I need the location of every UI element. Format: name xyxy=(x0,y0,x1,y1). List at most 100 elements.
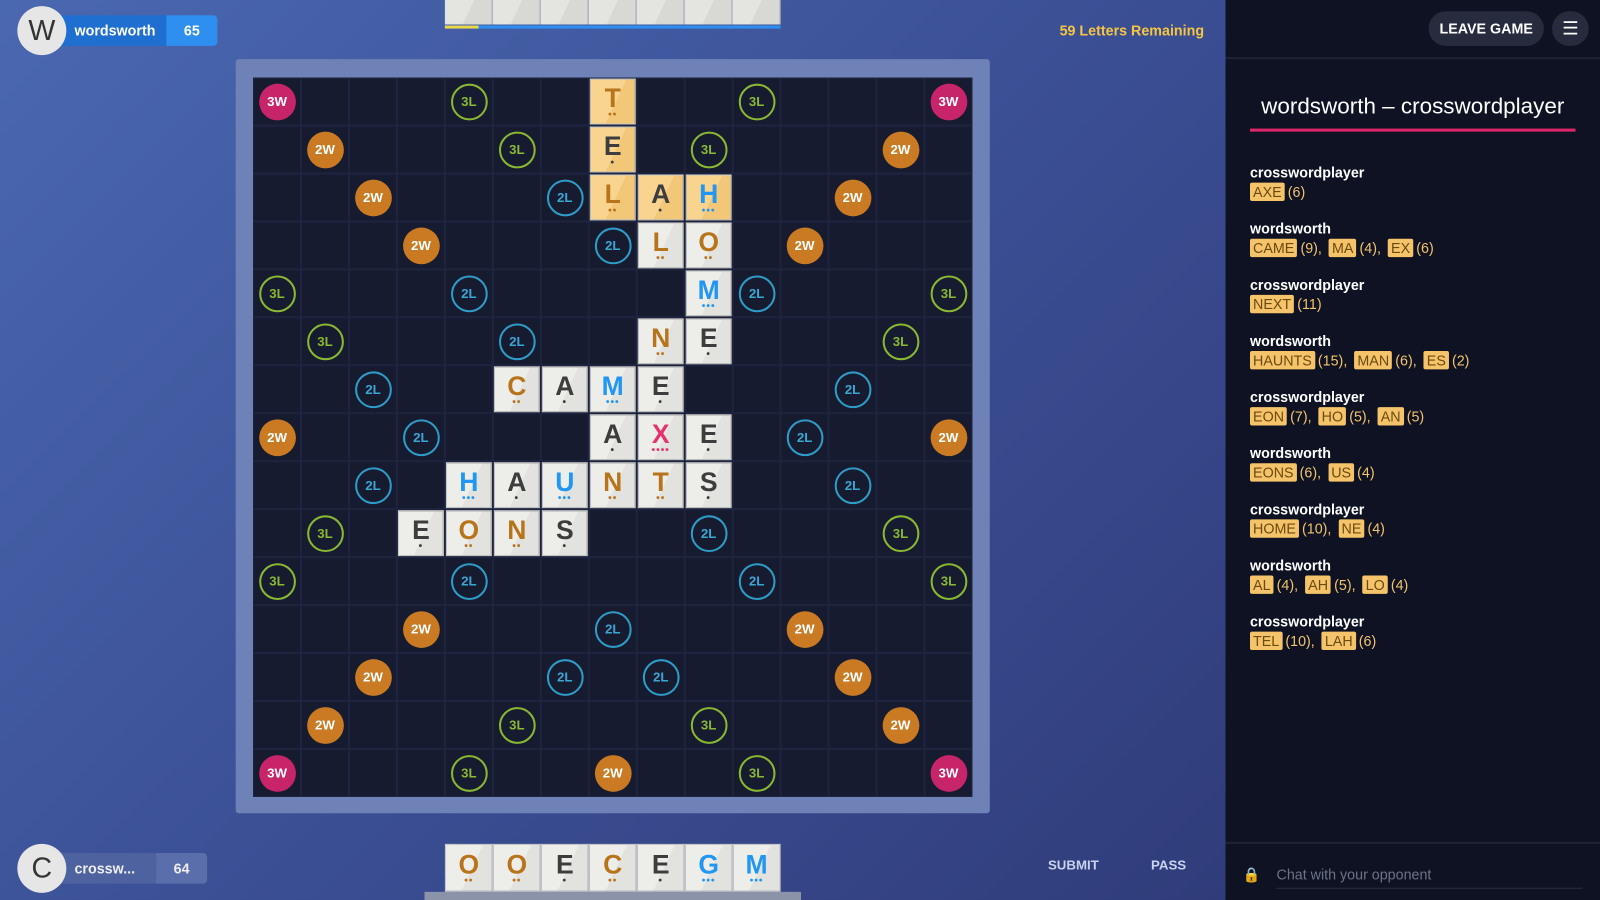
submit-button[interactable]: SUBMIT xyxy=(1048,857,1099,872)
letter-tile[interactable]: S • xyxy=(541,510,588,557)
board-cell[interactable] xyxy=(732,365,781,414)
board-cell[interactable]: 2L xyxy=(588,221,637,270)
board-cell[interactable] xyxy=(396,748,445,797)
board-cell[interactable]: T •• xyxy=(588,77,637,126)
board-cell[interactable] xyxy=(492,413,541,462)
board-cell[interactable] xyxy=(828,77,877,126)
board-cell[interactable] xyxy=(444,413,493,462)
board-cell[interactable] xyxy=(301,413,349,462)
rack-slot[interactable]: E • xyxy=(636,843,685,892)
board-cell[interactable] xyxy=(684,77,733,126)
rack-slot[interactable]: E • xyxy=(540,843,589,892)
board-cell[interactable]: 2W xyxy=(348,653,397,702)
board-cell[interactable]: 3L xyxy=(444,77,493,126)
letter-tile[interactable]: L •• xyxy=(637,222,684,269)
board-cell[interactable] xyxy=(540,748,589,797)
board-cell[interactable] xyxy=(253,365,302,414)
letter-tile[interactable]: H ••• xyxy=(685,174,732,221)
board-cell[interactable] xyxy=(253,605,302,654)
board-cell[interactable] xyxy=(348,413,397,462)
board-cell[interactable]: 2W xyxy=(876,701,925,749)
board-cell[interactable] xyxy=(492,748,541,797)
letter-tile[interactable]: G ••• xyxy=(684,843,733,892)
board-cell[interactable] xyxy=(301,221,349,270)
game-board[interactable]: 3W 3L T •• 3L 3W 2W 3L E • 3L 2W 2W 2L L •• A • H ••• 2W 2W 2L… xyxy=(253,77,973,797)
letter-tile[interactable]: E • xyxy=(685,414,732,461)
board-cell[interactable]: 2L xyxy=(828,461,877,510)
letter-tile[interactable]: E • xyxy=(636,843,685,892)
board-cell[interactable] xyxy=(780,125,829,174)
board-cell[interactable]: S • xyxy=(684,461,733,510)
board-cell[interactable] xyxy=(924,173,973,222)
board-cell[interactable]: E • xyxy=(396,509,445,558)
board-cell[interactable]: 3L xyxy=(492,125,541,174)
board-cell[interactable] xyxy=(876,221,925,270)
board-cell[interactable] xyxy=(828,509,877,558)
board-cell[interactable]: O •• xyxy=(684,221,733,270)
board-cell[interactable] xyxy=(636,605,685,654)
board-cell[interactable] xyxy=(396,557,445,606)
board-cell[interactable] xyxy=(588,269,637,318)
board-cell[interactable] xyxy=(876,269,925,318)
board-cell[interactable]: 2W xyxy=(396,221,445,270)
board-cell[interactable]: E • xyxy=(684,413,733,462)
board-cell[interactable] xyxy=(924,509,973,558)
board-cell[interactable] xyxy=(780,509,829,558)
board-cell[interactable] xyxy=(780,748,829,797)
letter-tile[interactable]: A • xyxy=(493,462,540,509)
board-cell[interactable] xyxy=(253,653,302,702)
letter-tile[interactable]: N •• xyxy=(637,318,684,365)
letter-tile[interactable]: T •• xyxy=(589,78,636,125)
board-cell[interactable] xyxy=(732,461,781,510)
letter-tile[interactable]: S • xyxy=(685,462,732,509)
board-cell[interactable]: 3L xyxy=(253,269,302,318)
board-cell[interactable] xyxy=(348,605,397,654)
board-cell[interactable] xyxy=(301,653,349,702)
board-cell[interactable] xyxy=(780,461,829,510)
board-cell[interactable]: N •• xyxy=(492,509,541,558)
board-cell[interactable] xyxy=(301,365,349,414)
board-cell[interactable] xyxy=(588,653,637,702)
board-cell[interactable]: 2L xyxy=(348,461,397,510)
board-cell[interactable]: S • xyxy=(540,509,589,558)
board-cell[interactable]: 3L xyxy=(732,748,781,797)
board-cell[interactable] xyxy=(301,557,349,606)
board-cell[interactable] xyxy=(444,317,493,366)
board-cell[interactable] xyxy=(924,221,973,270)
board-cell[interactable] xyxy=(396,269,445,318)
board-cell[interactable] xyxy=(732,173,781,222)
board-cell[interactable] xyxy=(540,557,589,606)
letter-tile[interactable]: A • xyxy=(541,366,588,413)
board-cell[interactable] xyxy=(924,365,973,414)
board-cell[interactable] xyxy=(444,701,493,749)
board-cell[interactable] xyxy=(396,653,445,702)
board-cell[interactable] xyxy=(876,173,925,222)
letter-tile[interactable]: N •• xyxy=(493,510,540,557)
board-cell[interactable]: U ••• xyxy=(540,461,589,510)
board-cell[interactable]: M ••• xyxy=(588,365,637,414)
board-cell[interactable] xyxy=(684,365,733,414)
board-cell[interactable]: 3W xyxy=(253,748,302,797)
board-cell[interactable]: 2W xyxy=(301,125,349,174)
board-cell[interactable]: 2W xyxy=(348,173,397,222)
board-cell[interactable] xyxy=(396,77,445,126)
board-cell[interactable] xyxy=(540,77,589,126)
board-cell[interactable] xyxy=(301,461,349,510)
board-cell[interactable] xyxy=(348,221,397,270)
leave-game-button[interactable]: LEAVE GAME xyxy=(1428,11,1544,46)
board-cell[interactable]: 2L xyxy=(540,653,589,702)
board-cell[interactable] xyxy=(684,748,733,797)
board-cell[interactable] xyxy=(780,653,829,702)
board-cell[interactable] xyxy=(636,509,685,558)
board-cell[interactable] xyxy=(492,221,541,270)
board-cell[interactable] xyxy=(253,461,302,510)
board-cell[interactable]: X •••• xyxy=(636,413,685,462)
rack-slot[interactable]: M ••• xyxy=(732,843,781,892)
board-cell[interactable] xyxy=(253,701,302,749)
board-cell[interactable] xyxy=(492,557,541,606)
board-cell[interactable]: A • xyxy=(540,365,589,414)
rack-slot[interactable]: O •• xyxy=(492,843,541,892)
board-cell[interactable] xyxy=(301,269,349,318)
board-cell[interactable]: 2W xyxy=(253,413,302,462)
board-cell[interactable] xyxy=(396,365,445,414)
